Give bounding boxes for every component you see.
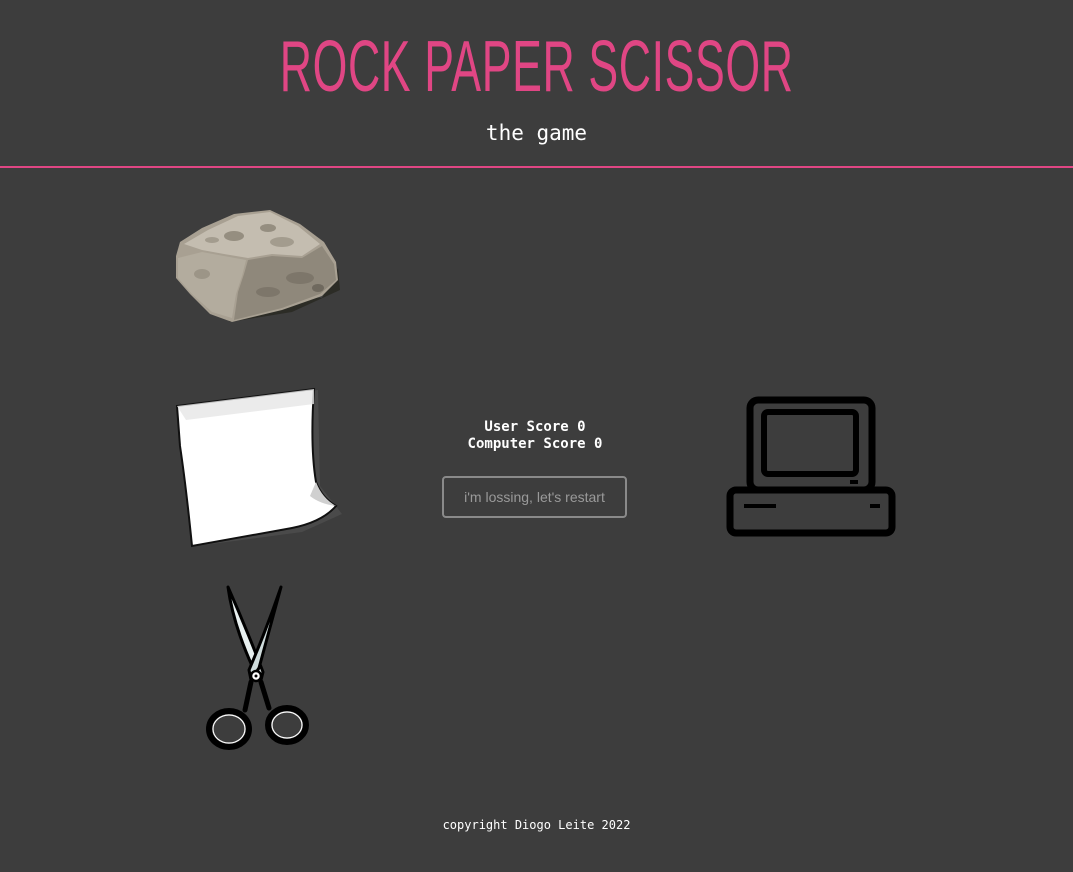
rock-icon xyxy=(176,210,340,322)
computer-score-label: Computer Score xyxy=(467,436,586,452)
page-subtitle: the game xyxy=(485,121,588,145)
score-board: User Score 0 Computer Score 0 xyxy=(435,419,635,453)
user-score-label: User Score xyxy=(484,419,569,435)
computer-icon xyxy=(726,396,896,537)
scissors-icon xyxy=(206,585,309,750)
user-score-value: 0 xyxy=(577,419,586,435)
computer-score: Computer Score 0 xyxy=(435,436,635,453)
scissor-choice-button[interactable] xyxy=(205,584,311,752)
footer-copyright: copyright Diogo Leite 2022 xyxy=(442,818,631,832)
restart-button[interactable]: i'm lossing, let's restart xyxy=(442,476,627,518)
page-title: ROCK PAPER SCISSOR xyxy=(279,27,794,107)
paper-choice-button[interactable] xyxy=(172,386,344,550)
computer-opponent xyxy=(726,396,896,538)
user-score: User Score 0 xyxy=(435,419,635,436)
rock-choice-button[interactable] xyxy=(172,208,344,328)
paper-icon xyxy=(175,387,342,548)
page-header: ROCK PAPER SCISSOR the game xyxy=(0,0,1073,168)
computer-score-value: 0 xyxy=(594,436,603,452)
